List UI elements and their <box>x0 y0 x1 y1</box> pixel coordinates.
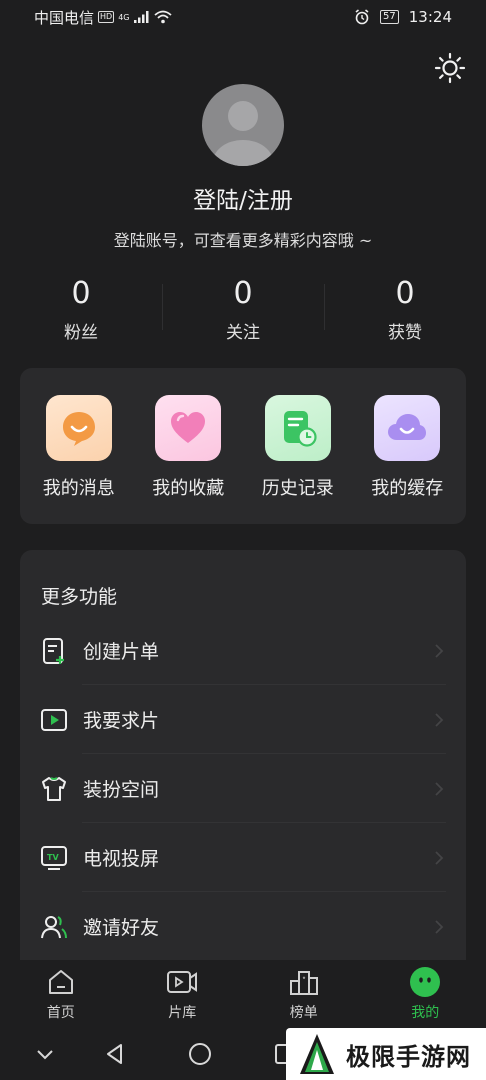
chevron-right-icon <box>435 781 444 796</box>
battery-indicator: 57 <box>380 10 399 24</box>
menu-item-tv-cast[interactable]: TV 电视投屏 <box>20 823 466 892</box>
stat-fans[interactable]: 0 粉丝 <box>0 276 162 346</box>
clock: 13:24 <box>408 8 452 26</box>
chevron-right-icon <box>435 712 444 727</box>
status-bar: 中国电信 HD 4G 57 13:24 <box>0 0 486 34</box>
chevron-down-icon <box>37 1050 53 1060</box>
menu-label: 电视投屏 <box>83 848 160 870</box>
wifi-icon <box>153 10 172 24</box>
heart-icon <box>155 395 222 461</box>
login-register-link[interactable]: 登陆/注册 <box>0 181 486 215</box>
chevron-right-icon <box>435 850 444 865</box>
avatar[interactable] <box>202 84 284 166</box>
tv-cast-icon: TV <box>40 844 68 872</box>
quick-action-messages[interactable]: 我的消息 <box>24 368 134 524</box>
request-video-icon <box>40 706 68 734</box>
tab-label: 榜单 <box>289 1005 318 1021</box>
stat-label: 粉丝 <box>64 323 98 343</box>
quick-action-favorites[interactable]: 我的收藏 <box>134 368 244 524</box>
chevron-right-icon <box>435 919 444 934</box>
more-functions-card: 更多功能 创建片单 我要求片 装扮空间 TV 电视投屏 邀请好友 <box>20 550 466 970</box>
theme-toggle-button[interactable] <box>432 50 468 86</box>
bottom-tab-bar: 首页 片库 榜单 我的 <box>0 960 486 1028</box>
nav-home-button[interactable] <box>187 1041 213 1067</box>
stat-following[interactable]: 0 关注 <box>162 276 324 346</box>
menu-label: 我要求片 <box>83 710 160 732</box>
site-watermark: 极限手游网 <box>286 1028 486 1080</box>
status-left: 中国电信 HD 4G <box>34 7 172 28</box>
menu-item-create-list[interactable]: 创建片单 <box>20 616 466 685</box>
hd-badge: HD <box>98 11 115 23</box>
back-triangle-icon <box>107 1044 122 1064</box>
message-icon <box>45 395 112 461</box>
quick-action-history[interactable]: 历史记录 <box>243 368 353 524</box>
status-right: 57 13:24 <box>354 8 452 26</box>
default-avatar-icon <box>213 101 273 166</box>
menu-item-invite-friends[interactable]: 邀请好友 <box>20 892 466 961</box>
stat-label: 关注 <box>226 323 260 343</box>
nav-back-button[interactable] <box>102 1041 128 1067</box>
tab-library[interactable]: 片库 <box>122 960 244 1028</box>
profile-stats: 0 粉丝 0 关注 0 获赞 <box>0 276 486 346</box>
menu-item-dress-up[interactable]: 装扮空间 <box>20 754 466 823</box>
library-icon <box>166 966 198 998</box>
alarm-icon <box>355 9 369 25</box>
menu-label: 创建片单 <box>83 641 160 663</box>
cloud-icon <box>374 395 441 461</box>
carrier-label: 中国电信 <box>34 8 95 27</box>
quick-action-label: 我的消息 <box>42 478 115 499</box>
tab-ranking[interactable]: 榜单 <box>243 960 365 1028</box>
tab-home[interactable]: 首页 <box>0 960 122 1028</box>
network-type: 4G <box>118 12 130 22</box>
login-subtitle: 登陆账号，可查看更多精彩内容哦 ~ <box>113 231 373 250</box>
menu-list: 创建片单 我要求片 装扮空间 TV 电视投屏 邀请好友 <box>20 616 466 961</box>
history-icon <box>264 395 331 461</box>
menu-label: 装扮空间 <box>83 779 160 801</box>
home-circle-icon <box>189 1043 211 1065</box>
stat-value: 0 <box>71 276 91 311</box>
tab-label: 片库 <box>168 1005 197 1021</box>
mine-icon <box>409 966 441 998</box>
menu-label: 邀请好友 <box>83 917 160 939</box>
tab-label: 我的 <box>411 1005 440 1021</box>
signal-icon <box>133 11 148 23</box>
section-title: 更多功能 <box>41 586 118 608</box>
quick-action-label: 我的缓存 <box>371 478 444 499</box>
chevron-right-icon <box>435 643 444 658</box>
invite-friends-icon <box>40 913 68 941</box>
stat-label: 获赞 <box>388 323 422 343</box>
tab-mine[interactable]: 我的 <box>365 960 486 1028</box>
sun-icon <box>434 52 466 84</box>
tshirt-icon <box>40 775 68 803</box>
quick-action-label: 历史记录 <box>261 478 334 499</box>
nav-collapse-button[interactable] <box>32 1041 58 1067</box>
quick-action-label: 我的收藏 <box>152 478 225 499</box>
create-list-icon <box>40 637 68 665</box>
svg-text:TV: TV <box>47 853 59 862</box>
stat-value: 0 <box>395 276 415 311</box>
quick-actions-card: 我的消息 我的收藏 历史记录 我的缓存 <box>20 368 466 524</box>
home-icon <box>45 966 77 998</box>
menu-item-request-video[interactable]: 我要求片 <box>20 685 466 754</box>
stat-likes[interactable]: 0 获赞 <box>324 276 486 346</box>
watermark-logo-icon <box>300 1034 334 1074</box>
tab-label: 首页 <box>46 1005 75 1021</box>
ranking-icon <box>288 966 320 998</box>
stat-value: 0 <box>233 276 253 311</box>
watermark-text: 极限手游网 <box>346 1042 471 1071</box>
quick-action-cache[interactable]: 我的缓存 <box>353 368 463 524</box>
